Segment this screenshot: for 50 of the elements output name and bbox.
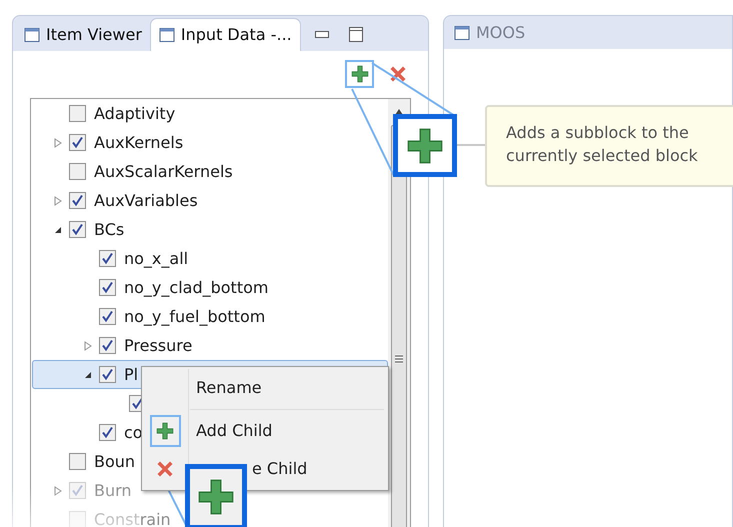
checkbox[interactable] (99, 250, 116, 267)
tree-item-label: BCs (94, 218, 124, 240)
plus-icon (350, 64, 368, 82)
window-icon (454, 24, 470, 40)
menu-item[interactable]: Rename (142, 369, 388, 407)
tree-item-label: AuxScalarKernels (94, 160, 233, 182)
plus-icon (197, 478, 235, 516)
tooltip-text: Adds a subblock to the currently selected block (506, 123, 698, 165)
tree-item-label: no_y_clad_bottom (124, 276, 268, 299)
checkbox[interactable] (99, 279, 116, 296)
checkbox[interactable] (69, 105, 86, 122)
plus-icon (406, 126, 444, 164)
tree-item-label: Adaptivity (94, 102, 176, 124)
tree-item-label: Constrain (94, 508, 171, 527)
add-button[interactable] (345, 60, 374, 88)
tree-item-label: AuxKernels (94, 132, 184, 154)
window-icon (24, 26, 40, 42)
menu-item[interactable]: Add Child (142, 412, 388, 450)
checkbox[interactable] (99, 366, 116, 383)
menu-item[interactable]: e Child (142, 450, 388, 488)
leader-line (457, 144, 485, 146)
minimize-icon[interactable] (314, 30, 329, 38)
tree-item-label: AuxVariables (94, 190, 198, 212)
collapsed-arrow-icon[interactable] (54, 196, 62, 206)
maximize-icon[interactable] (348, 27, 363, 42)
grip-icon (395, 355, 403, 363)
tree-item-label: no_x_all (124, 248, 188, 270)
plus-icon (156, 422, 174, 440)
expanded-arrow-icon[interactable] (84, 370, 92, 378)
checkbox[interactable] (69, 134, 86, 151)
expanded-arrow-icon[interactable] (54, 226, 62, 234)
tree-item-label: no_y_fuel_bottom (124, 306, 266, 328)
checkbox[interactable] (69, 163, 86, 180)
tree-item-label: Boun (94, 450, 136, 472)
collapsed-arrow-icon[interactable] (54, 138, 62, 148)
window-icon (158, 27, 175, 43)
tree-item-label: Pressure (124, 334, 192, 356)
checkbox[interactable] (69, 453, 86, 470)
close-icon (388, 64, 408, 84)
tree-item-label: Pl (124, 364, 138, 386)
tree-item-label: co (124, 422, 143, 444)
checkbox[interactable] (99, 308, 116, 325)
checkbox[interactable] (99, 424, 116, 441)
tree-item-label: Burn (94, 480, 132, 502)
checkbox[interactable] (99, 337, 116, 354)
collapsed-arrow-icon[interactable] (84, 340, 92, 350)
tab[interactable]: Input Data -... (150, 18, 301, 51)
close-icon (155, 459, 175, 479)
checkbox[interactable] (69, 192, 86, 209)
checkbox[interactable] (69, 221, 86, 238)
